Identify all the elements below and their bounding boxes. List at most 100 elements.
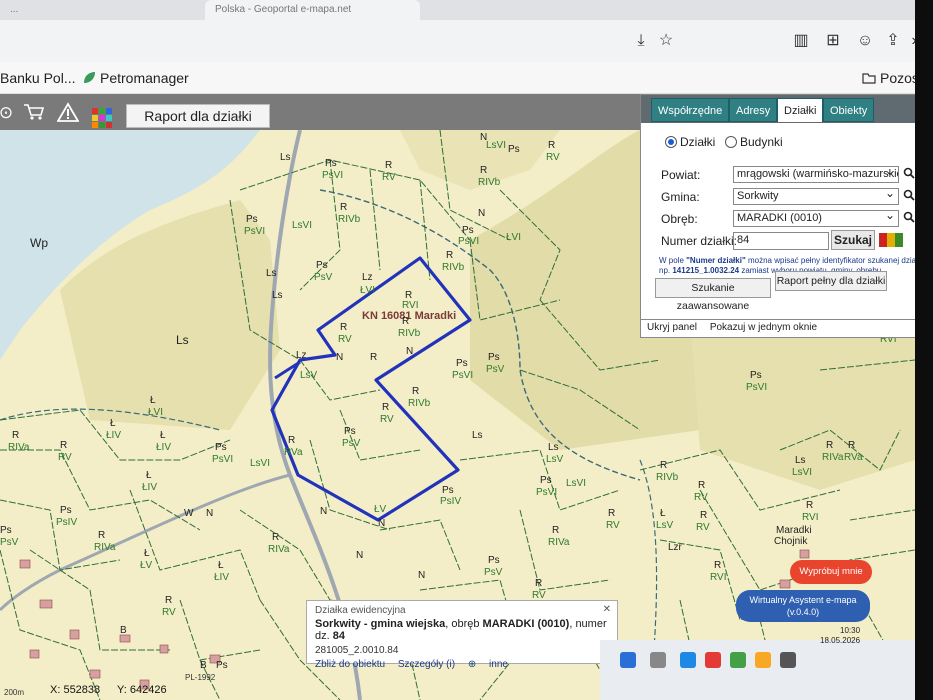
close-icon[interactable]: ✕ bbox=[603, 604, 611, 615]
bookmark-other[interactable]: Pozostałe zakł bbox=[862, 70, 915, 86]
windows-start-icon[interactable] bbox=[620, 652, 636, 668]
advanced-search-button[interactable]: Szukanie zaawansowane bbox=[655, 278, 771, 312]
bookmark-label: Banku Pol... bbox=[0, 70, 76, 86]
profile-icon[interactable]: ☺ bbox=[854, 30, 876, 52]
bookmark-banku[interactable]: Banku Pol... bbox=[0, 70, 76, 86]
map-label-ps: Ps bbox=[540, 475, 552, 486]
map-label-r: R bbox=[714, 560, 722, 571]
browser-tab-active[interactable]: Polska - Geoportal e-mapa.net bbox=[205, 0, 420, 20]
powiat-select[interactable]: mrągowski (warmińsko-mazurskie) bbox=[733, 166, 899, 183]
cart-icon[interactable] bbox=[22, 102, 46, 124]
search-icon[interactable] bbox=[903, 211, 915, 225]
map-label-ls: Ls bbox=[472, 430, 483, 441]
taskbar-app-icon[interactable] bbox=[680, 652, 696, 668]
map-label-riva: RIVa bbox=[8, 442, 30, 453]
install-app-icon[interactable]: ⤓ bbox=[630, 30, 652, 52]
folder-icon bbox=[862, 71, 876, 85]
info-mid: , obręb bbox=[445, 618, 480, 630]
taskbar-app-icon[interactable] bbox=[755, 652, 771, 668]
map-label-r: R bbox=[288, 435, 296, 446]
warning-icon[interactable] bbox=[56, 102, 80, 124]
tab-obiekty[interactable]: Obiekty bbox=[823, 98, 875, 122]
map-label-r: R bbox=[272, 532, 280, 543]
details-link[interactable]: Szczegóły (i) bbox=[398, 659, 455, 670]
map-label-r: R bbox=[98, 530, 106, 541]
one-window-link[interactable]: Pokazuj w jednym oknie bbox=[710, 322, 817, 333]
obreb-select[interactable]: MARADKI (0010) bbox=[733, 210, 899, 227]
extension-icon[interactable]: ⊞ bbox=[822, 30, 844, 52]
tab-adresy[interactable]: Adresy bbox=[729, 98, 778, 122]
map-label-rvi: RVI bbox=[802, 512, 819, 523]
map-label-psv: PsV bbox=[484, 567, 503, 578]
color-selector[interactable] bbox=[879, 233, 903, 247]
map-label-r: R bbox=[535, 578, 543, 589]
tab-wspolrzedne[interactable]: Współrzędne bbox=[651, 98, 730, 122]
tab-dzialki[interactable]: Działki bbox=[777, 98, 824, 122]
map-label-r: R bbox=[385, 160, 393, 171]
info-links: Zbliż do obiektu Szczegóły (i) ⊕ inne bbox=[315, 659, 609, 670]
map-label-r: R bbox=[806, 500, 814, 511]
bookmark-petromanager[interactable]: Petromanager bbox=[82, 70, 189, 86]
reader-view-icon[interactable]: ▥ bbox=[790, 30, 812, 52]
taskbar-app-icon[interactable] bbox=[730, 652, 746, 668]
map-label-ls: Ls bbox=[272, 290, 283, 301]
map-label-n: N bbox=[320, 506, 328, 517]
color-green[interactable] bbox=[895, 233, 903, 247]
radio-budynki[interactable]: Budynki bbox=[725, 135, 783, 149]
map-label-l: Ł bbox=[660, 508, 666, 519]
virtual-assistant-button[interactable]: Wirtualny Asystent e-mapa (v.0.4.0) bbox=[736, 590, 870, 622]
map-label-ps: Ps bbox=[750, 370, 762, 381]
raport-dzialki-button[interactable]: Raport dla działki bbox=[126, 104, 270, 128]
radio-dzialki[interactable]: Działki bbox=[665, 135, 715, 149]
color-red[interactable] bbox=[879, 233, 887, 247]
map-label-riva: RIVa bbox=[268, 544, 290, 555]
map-label-wp: Wp bbox=[30, 236, 48, 250]
search-icon[interactable] bbox=[903, 189, 915, 203]
gmina-select[interactable]: Sorkwity bbox=[733, 188, 899, 205]
browser-tab-1[interactable]: ... bbox=[0, 0, 190, 20]
taskbar-app-icon[interactable] bbox=[705, 652, 721, 668]
try-me-button[interactable]: Wypróbuj mnie bbox=[790, 560, 872, 584]
map-label-lsvi: LsVI bbox=[566, 478, 587, 489]
scale-bar: 200m bbox=[4, 688, 25, 697]
taskbar-app-icon[interactable] bbox=[650, 652, 666, 668]
szukaj-button[interactable]: Szukaj bbox=[831, 230, 875, 250]
overflow-icon[interactable]: » bbox=[905, 30, 915, 52]
zoom-to-object-link[interactable]: Zbliż do obiektu bbox=[315, 659, 385, 670]
map-label-lsv: LsV bbox=[656, 520, 674, 531]
bookmark-star-icon[interactable]: ☆ bbox=[655, 30, 677, 52]
map-label-rva: RVa bbox=[284, 447, 303, 458]
parcel-info-popup: ✕ Działka ewidencyjna Sorkwity - gmina w… bbox=[306, 600, 618, 670]
map-label-l: Ł bbox=[110, 418, 116, 429]
map-label-psvi: PsVI bbox=[452, 370, 474, 381]
hide-panel-link[interactable]: Ukryj panel bbox=[647, 322, 697, 333]
hand-icon[interactable]: ⊙ bbox=[0, 102, 18, 124]
screen: ... Polska - Geoportal e-mapa.net ⤓ ☆ ▥ … bbox=[0, 0, 915, 700]
map-label-n: N bbox=[406, 346, 414, 357]
map-label-lvi: ŁVI bbox=[148, 407, 164, 418]
share-icon[interactable]: ⇪ bbox=[882, 30, 904, 52]
taskbar-app-icon[interactable] bbox=[780, 652, 796, 668]
search-icon[interactable] bbox=[903, 167, 915, 181]
bookmarks-bar: Banku Pol... Petromanager Pozostałe zakł bbox=[0, 62, 915, 94]
radio-label: Działki bbox=[680, 135, 716, 149]
map-label-ps: Ps bbox=[215, 442, 227, 453]
more-link[interactable]: inne bbox=[489, 659, 508, 670]
map-label-ps: Ps bbox=[442, 485, 454, 496]
map-label-psvi: PsVI bbox=[244, 226, 266, 237]
layers-palette-icon[interactable] bbox=[92, 108, 112, 128]
plus-circle-icon[interactable]: ⊕ bbox=[468, 659, 476, 670]
full-report-button[interactable]: Raport pełny dla działki bbox=[775, 271, 887, 291]
map-label-r: R bbox=[340, 202, 348, 213]
map-label-ps: Ps bbox=[456, 358, 468, 369]
map-label-r: R bbox=[446, 250, 454, 261]
coord-x: X: 552838 bbox=[50, 684, 101, 696]
map-label-rv: RV bbox=[338, 334, 352, 345]
numer-dzialki-input[interactable]: 84 bbox=[733, 232, 829, 250]
map-label-ls: Ls bbox=[795, 455, 806, 466]
map-label-r: R bbox=[848, 440, 856, 451]
map-label-b: B bbox=[120, 625, 127, 636]
color-yellow[interactable] bbox=[887, 233, 895, 247]
map-label-r: R bbox=[12, 430, 20, 441]
map-label-maradki: Maradki bbox=[776, 525, 812, 536]
